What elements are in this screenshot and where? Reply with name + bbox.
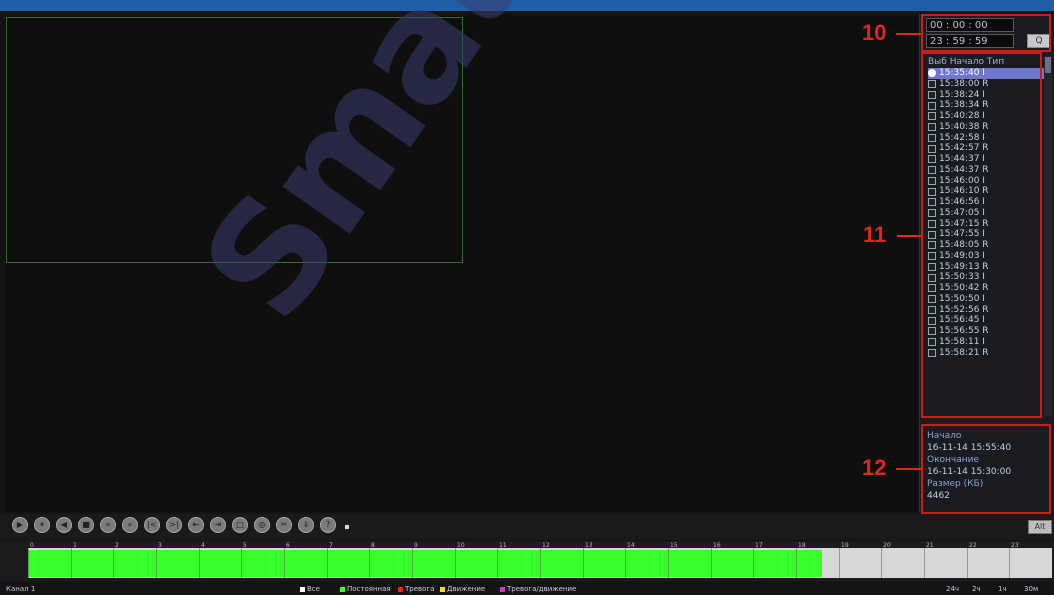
box6-button[interactable]: Alt bbox=[1028, 520, 1052, 534]
timeline-scale-option[interactable]: 2ч bbox=[972, 585, 981, 593]
pause-button[interactable]: ⏸ bbox=[34, 517, 50, 533]
search-button[interactable]: ? bbox=[320, 517, 336, 533]
timeline-tick bbox=[28, 548, 29, 578]
callout-12: 12 bbox=[862, 455, 887, 480]
timeline-tick bbox=[753, 548, 754, 578]
timeline-tick bbox=[625, 548, 626, 578]
timeline-tick-label: 19 bbox=[841, 542, 849, 549]
scrollbar-thumb[interactable] bbox=[1045, 57, 1051, 73]
timeline-tick-label: 17 bbox=[755, 542, 763, 549]
legend-swatch bbox=[440, 586, 445, 592]
callout-10: 10 bbox=[862, 20, 887, 45]
legend-label: Движение bbox=[447, 585, 486, 593]
stop-button[interactable]: ■ bbox=[78, 517, 94, 533]
timeline-tick-label: 1 bbox=[73, 542, 77, 549]
legend-swatch bbox=[500, 586, 505, 592]
timeline-tick bbox=[583, 548, 584, 578]
timeline-tick-label: 21 bbox=[926, 542, 934, 549]
timeline-tick bbox=[284, 548, 285, 578]
timeline-tick-label: 22 bbox=[969, 542, 977, 549]
legend-item: Движение bbox=[440, 585, 485, 593]
timeline-tick bbox=[412, 548, 413, 578]
controls-end-marker bbox=[345, 525, 349, 529]
legend-item: Тревога bbox=[398, 585, 434, 593]
slow-button[interactable]: « bbox=[100, 517, 116, 533]
timeline-tick bbox=[1009, 548, 1010, 578]
timeline-tick-label: 10 bbox=[457, 542, 465, 549]
timeline-tick-label: 15 bbox=[670, 542, 678, 549]
legend-swatch bbox=[340, 586, 345, 592]
legend-item: Все bbox=[300, 585, 320, 593]
timeline-tick bbox=[881, 548, 882, 578]
timeline-tick bbox=[327, 548, 328, 578]
fast-button[interactable]: » bbox=[122, 517, 138, 533]
timeline-tick-label: 8 bbox=[371, 542, 375, 549]
video-channel-window[interactable] bbox=[6, 17, 463, 263]
timeline-tick-label: 7 bbox=[329, 542, 333, 549]
timeline-tick-label: 9 bbox=[414, 542, 418, 549]
timeline-tick-label: 4 bbox=[201, 542, 205, 549]
callout-10-line bbox=[896, 33, 921, 35]
recorded-segment bbox=[28, 550, 822, 577]
callout-11-line bbox=[897, 235, 921, 237]
timeline-tick-label: 23 bbox=[1011, 542, 1019, 549]
legend-label: Тревога/движение bbox=[507, 585, 577, 593]
timeline-tick bbox=[113, 548, 114, 578]
timeline-tick-label: 0 bbox=[30, 542, 34, 549]
legend-item: Тревога/движение bbox=[500, 585, 576, 593]
timeline-tick-label: 14 bbox=[627, 542, 635, 549]
timeline-tick bbox=[369, 548, 370, 578]
next-file-button[interactable]: ⇥ bbox=[210, 517, 226, 533]
timeline-tick bbox=[967, 548, 968, 578]
timeline-tick-label: 6 bbox=[286, 542, 290, 549]
timeline-tick bbox=[497, 548, 498, 578]
timeline-tick bbox=[241, 548, 242, 578]
prev-frame-button[interactable]: |< bbox=[144, 517, 160, 533]
legend-label: Тревога bbox=[405, 585, 435, 593]
legend-swatch bbox=[398, 586, 403, 592]
top-bar bbox=[0, 0, 1054, 11]
play-button[interactable]: ▶ bbox=[12, 517, 28, 533]
timeline-tick-label: 3 bbox=[158, 542, 162, 549]
legend-label: Все bbox=[307, 585, 320, 593]
legend-item: Постоянная bbox=[340, 585, 391, 593]
timeline-tick bbox=[455, 548, 456, 578]
timeline-tick-label: 11 bbox=[499, 542, 507, 549]
timeline-scale-option[interactable]: 1ч bbox=[998, 585, 1007, 593]
timeline-tick bbox=[924, 548, 925, 578]
legend-label: Постоянная bbox=[347, 585, 391, 593]
file-list-scrollbar[interactable] bbox=[1044, 56, 1052, 416]
prev-file-button[interactable]: ⇤ bbox=[188, 517, 204, 533]
timeline-scale-option[interactable]: 30м bbox=[1024, 585, 1038, 593]
callout-box-12 bbox=[921, 424, 1051, 514]
timeline-tick bbox=[156, 548, 157, 578]
next-frame-button[interactable]: >| bbox=[166, 517, 182, 533]
timeline-scale-option[interactable]: 24ч bbox=[946, 585, 959, 593]
legend-swatch bbox=[300, 586, 305, 592]
timeline-tick-label: 13 bbox=[585, 542, 593, 549]
channel-label[interactable]: Канал 1 bbox=[6, 585, 35, 593]
snapshot-button[interactable]: ◎ bbox=[254, 517, 270, 533]
reverse-button[interactable]: ◀ bbox=[56, 517, 72, 533]
callout-11: 11 bbox=[863, 222, 887, 247]
timeline-tick bbox=[540, 548, 541, 578]
timeline-tick-label: 2 bbox=[115, 542, 119, 549]
timeline-tick-label: 12 bbox=[542, 542, 550, 549]
timeline-tick bbox=[796, 548, 797, 578]
timeline-tick bbox=[199, 548, 200, 578]
timeline-tick bbox=[71, 548, 72, 578]
timeline-tick-label: 20 bbox=[883, 542, 891, 549]
timeline-tick-label: 16 bbox=[713, 542, 721, 549]
callout-box-11 bbox=[921, 52, 1042, 418]
clip-button[interactable]: ✂ bbox=[276, 517, 292, 533]
timeline-tick bbox=[668, 548, 669, 578]
timeline-tick bbox=[711, 548, 712, 578]
fullscreen-button[interactable]: □ bbox=[232, 517, 248, 533]
timeline-tick-label: 5 bbox=[243, 542, 247, 549]
timeline-tick-label: 18 bbox=[798, 542, 806, 549]
callout-12-line bbox=[896, 468, 921, 470]
callout-box-10 bbox=[921, 14, 1051, 52]
backup-button[interactable]: ⇓ bbox=[298, 517, 314, 533]
timeline-tick bbox=[839, 548, 840, 578]
